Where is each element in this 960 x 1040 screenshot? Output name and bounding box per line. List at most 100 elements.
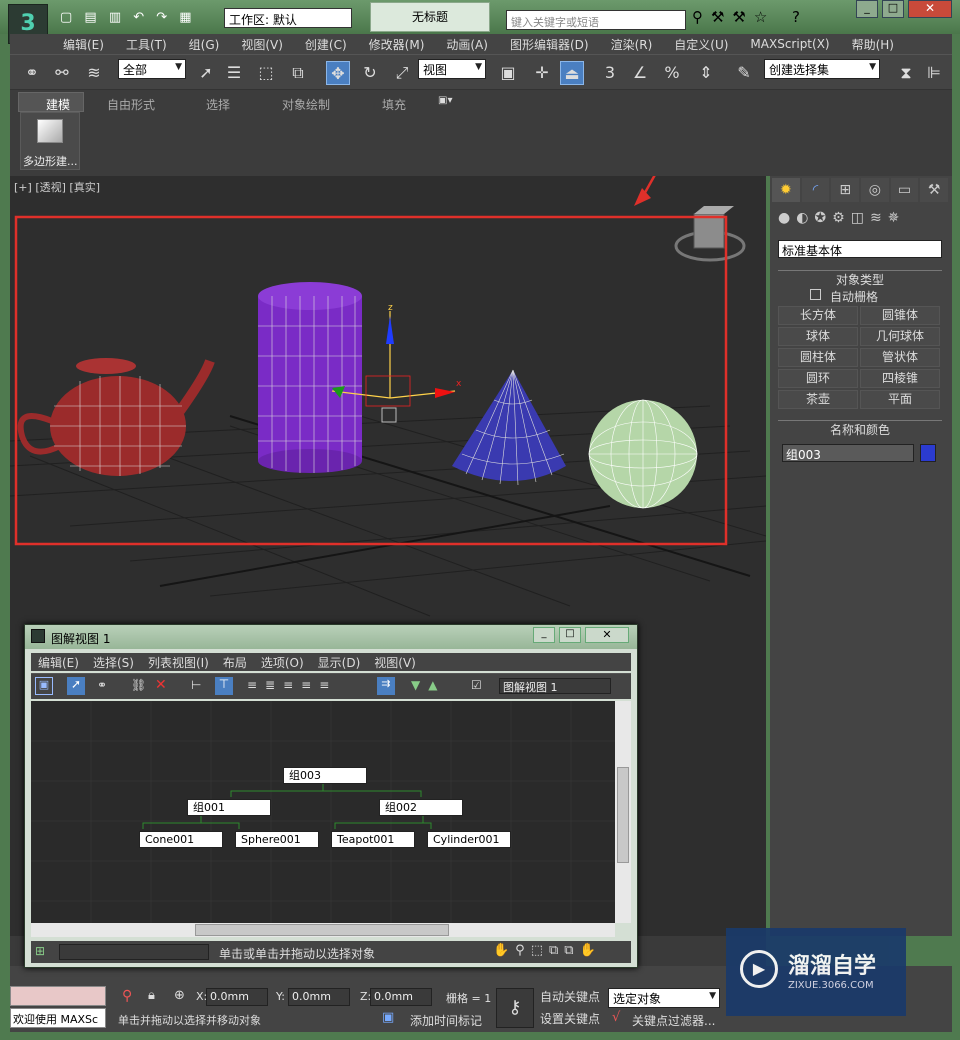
search-input[interactable]: 键入关键字或短语 [506, 10, 686, 30]
object-color-swatch[interactable] [920, 444, 936, 462]
menu-maxscript[interactable]: MAXScript(X) [739, 37, 840, 51]
tab-modeling[interactable]: 建模 [46, 96, 70, 113]
ribbon-options-icon[interactable]: ▣▾ [438, 95, 452, 106]
box-button[interactable]: 长方体 [778, 306, 858, 325]
infocenter-icons[interactable]: ⚲⚒⚒☆ [692, 8, 775, 26]
menu-create[interactable]: 创建(C) [294, 36, 358, 53]
delete-objects-icon[interactable]: ✕ [155, 677, 167, 693]
set-key-icon[interactable]: ⚷ [496, 988, 534, 1028]
manipulate-icon[interactable]: ✛ [530, 61, 554, 85]
object-type-rollout-header[interactable]: 对象类型 [778, 270, 942, 287]
display-floater-icon[interactable]: ▣ [35, 677, 53, 695]
node-group002[interactable]: 组002 [379, 799, 463, 816]
category-select[interactable]: 标准基本体 [778, 240, 942, 258]
percent-snap-icon[interactable]: % [660, 61, 684, 85]
auto-grid-checkbox[interactable] [810, 289, 821, 300]
workspace-select[interactable]: 工作区: 默认 [224, 8, 352, 28]
arrange-children-icon[interactable]: ⇉ [377, 677, 395, 695]
window-crossing-icon[interactable]: ⧉ [286, 61, 310, 85]
horizontal-scroll-thumb[interactable] [195, 924, 449, 936]
help-icon[interactable]: ? [792, 8, 800, 26]
node-group001[interactable]: 组001 [187, 799, 271, 816]
preferences-icon[interactable]: ☑ [471, 678, 482, 692]
sphere-object[interactable] [588, 399, 698, 509]
schematic-close-button[interactable]: ✕ [585, 627, 629, 643]
schematic-title-bar[interactable]: 图解视图 1 _ □ ✕ [25, 625, 637, 649]
schematic-menu-options[interactable]: 选项(O) [254, 654, 311, 671]
select-object-icon[interactable]: ➚ [194, 61, 218, 85]
cylinder-object[interactable] [258, 282, 362, 473]
selection-filter-select[interactable]: 全部 [118, 59, 186, 79]
maximize-button[interactable]: □ [882, 0, 904, 18]
menu-graph-editors[interactable]: 图形编辑器(D) [499, 36, 600, 53]
y-coord-field[interactable]: 0.0mm [288, 988, 350, 1006]
schematic-vertical-scrollbar[interactable] [615, 701, 631, 923]
z-coord-field[interactable]: 0.0mm [370, 988, 432, 1006]
arrange-icons[interactable]: ≡≣≡≡≡ [247, 678, 337, 692]
select-mode-icon[interactable]: ➚ [67, 677, 85, 695]
keyboard-shortcut-override-icon[interactable]: ⏏ [560, 61, 584, 85]
unlink-selected-icon[interactable]: ⛓ [131, 678, 146, 692]
node-teapot001[interactable]: Teapot001 [331, 831, 415, 848]
key-mode-select[interactable]: 选定对象 [608, 988, 720, 1008]
rectangular-region-icon[interactable]: ⬚ [254, 61, 278, 85]
references-mode-icon[interactable]: ⊤ [215, 677, 233, 695]
name-color-rollout-header[interactable]: 名称和颜色 [778, 420, 942, 437]
node-sphere001[interactable]: Sphere001 [235, 831, 319, 848]
menu-customize[interactable]: 自定义(U) [663, 36, 739, 53]
teapot-object[interactable] [17, 358, 215, 476]
menu-tools[interactable]: 工具(T) [115, 36, 178, 53]
cylinder-button[interactable]: 圆柱体 [778, 348, 858, 367]
minimize-button[interactable]: _ [856, 0, 878, 18]
schematic-maximize-button[interactable]: □ [559, 627, 581, 643]
tab-object-paint[interactable]: 对象绘制 [282, 96, 330, 113]
create-tab-icon[interactable]: ✹ [772, 178, 800, 202]
viewcube-icon[interactable] [674, 206, 746, 262]
schematic-canvas[interactable]: 组003 组001 组002 Cone001 Sphere001 Teapot0… [31, 701, 615, 923]
quick-access-icons[interactable]: ▢ ▤ ▥ ↶ ↷ ▦ [60, 10, 196, 25]
cone-button[interactable]: 圆锥体 [860, 306, 940, 325]
lock-selection-icon[interactable]: 🔒︎ [148, 988, 155, 1003]
menu-rendering[interactable]: 渲染(R) [600, 36, 664, 53]
align-icon[interactable]: ⊫ [922, 61, 946, 85]
key-filters-button[interactable]: 关键点过滤器... [632, 1012, 715, 1029]
schematic-menu-view[interactable]: 视图(V) [367, 654, 423, 671]
snaps-toggle-icon[interactable]: 3 [598, 61, 622, 85]
polygon-modeling-button[interactable]: 多边形建... [20, 112, 80, 170]
plane-button[interactable]: 平面 [860, 390, 940, 409]
expand-collapse-icons[interactable]: ▼▲ [411, 678, 445, 692]
utilities-tab-icon[interactable]: ⚒ [920, 178, 949, 202]
reference-coord-select[interactable]: 视图 [418, 59, 486, 79]
x-coord-field[interactable]: 0.0mm [206, 988, 268, 1006]
schematic-menu-display[interactable]: 显示(D) [311, 654, 368, 671]
link-icon[interactable]: ⚭ [20, 61, 44, 85]
schematic-menu-edit[interactable]: 编辑(E) [31, 654, 86, 671]
maxscript-listener-mini[interactable] [10, 986, 106, 1006]
time-tag-icon[interactable]: ▣ [382, 1010, 394, 1025]
schematic-menu-list-views[interactable]: 列表视图(I) [141, 654, 216, 671]
select-and-scale-icon[interactable]: ⤢ [390, 61, 414, 85]
select-by-name-icon[interactable]: ☰ [222, 61, 246, 85]
teapot-button[interactable]: 茶壶 [778, 390, 858, 409]
close-button[interactable]: ✕ [908, 0, 952, 18]
add-time-tag-label[interactable]: 添加时间标记 [410, 1012, 482, 1029]
cone-object[interactable] [452, 369, 566, 486]
menu-help[interactable]: 帮助(H) [841, 36, 905, 53]
edit-named-selection-icon[interactable]: ✎ [732, 61, 756, 85]
pin-icon[interactable]: ⚲ [122, 988, 132, 1004]
absolute-mode-icon[interactable]: ⊕ [174, 988, 185, 1003]
pivot-point-icon[interactable]: ▣ [496, 61, 520, 85]
display-tab-icon[interactable]: ▭ [890, 178, 919, 202]
create-category-icons[interactable]: ●◐✪⚙◫≋✵ [778, 210, 905, 226]
motion-tab-icon[interactable]: ◎ [861, 178, 889, 202]
named-selection-select[interactable]: 创建选择集 [764, 59, 880, 79]
welcome-text[interactable]: 欢迎使用 MAXSc [10, 1008, 106, 1028]
unlink-icon[interactable]: ⚯ [50, 61, 74, 85]
menu-group[interactable]: 组(G) [178, 36, 231, 53]
select-and-move-icon[interactable]: ✥ [326, 61, 350, 85]
connect-icon[interactable]: ⚭ [97, 678, 107, 692]
modify-tab-icon[interactable]: ◜ [801, 178, 830, 202]
set-key-button[interactable]: 设置关键点 [540, 1010, 600, 1027]
sphere-button[interactable]: 球体 [778, 327, 858, 346]
schematic-navigation-icons[interactable]: ✋⚲⬚⧉⧉✋ [493, 943, 602, 958]
